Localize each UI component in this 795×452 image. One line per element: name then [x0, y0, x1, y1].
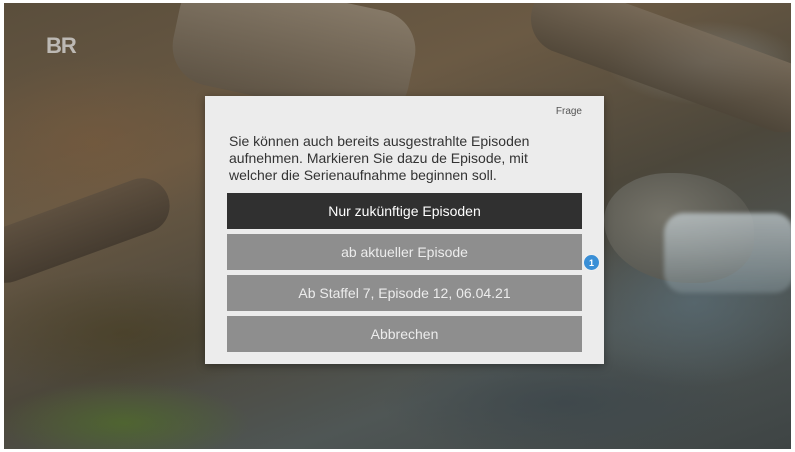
channel-logo: BR — [46, 33, 77, 58]
background-waterfall — [664, 213, 791, 293]
from-season-episode-button[interactable]: Ab Staffel 7, Episode 12, 06.04.21 — [227, 275, 582, 311]
annotation-badge: 1 — [584, 255, 599, 270]
future-episodes-button[interactable]: Nur zukünftige Episoden — [227, 193, 582, 229]
dialog-message: Sie können auch bereits ausgestrahlte Ep… — [229, 133, 530, 183]
recording-dialog: Frage Sie können auch bereits ausgestrah… — [205, 96, 604, 364]
option-label: Ab Staffel 7, Episode 12, 06.04.21 — [298, 285, 511, 301]
option-label: ab aktueller Episode — [341, 244, 468, 260]
dialog-title: Frage — [555, 106, 582, 117]
from-current-episode-button[interactable]: ab aktueller Episode — [227, 234, 582, 270]
background-log — [4, 170, 178, 291]
cancel-button[interactable]: Abbrechen — [227, 316, 582, 352]
option-label: Nur zukünftige Episoden — [328, 203, 481, 219]
option-label: Abbrechen — [370, 326, 439, 342]
